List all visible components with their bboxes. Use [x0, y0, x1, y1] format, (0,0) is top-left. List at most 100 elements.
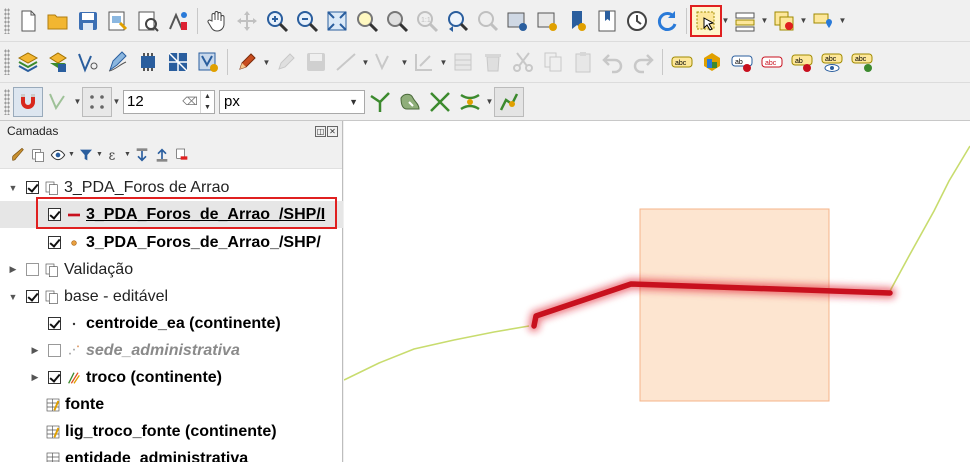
select-attribute-dropdown-caret[interactable]: ▼ — [760, 16, 769, 25]
zoom-native-button[interactable]: 1:1 — [412, 6, 442, 36]
select-features-button[interactable] — [690, 4, 722, 37]
label-visibility-button[interactable]: abc — [817, 47, 847, 77]
expand-arrow-icon[interactable]: ▶ — [28, 372, 42, 383]
paste-features-button[interactable] — [568, 47, 598, 77]
expand-all-button[interactable] — [132, 145, 152, 165]
zoom-to-selection-button[interactable] — [352, 6, 382, 36]
vertex-editor-dropdown-caret[interactable]: ▼ — [400, 58, 409, 67]
highlight-pinned-labels-button[interactable]: ab — [727, 47, 757, 77]
layer-row[interactable]: centroide_ea (continente) — [0, 310, 343, 337]
snapping-layers-dropdown-caret[interactable]: ▼ — [73, 97, 82, 106]
snapping-tolerance-input[interactable] — [124, 93, 180, 110]
layer-visibility-checkbox[interactable] — [26, 181, 39, 194]
select-dropdown-caret[interactable]: ▼ — [721, 16, 730, 25]
zoom-out-button[interactable] — [292, 6, 322, 36]
temporal-controller-button[interactable] — [622, 6, 652, 36]
manage-map-themes-button[interactable] — [48, 145, 68, 165]
expand-arrow-icon[interactable]: ▶ — [28, 345, 42, 356]
clear-icon[interactable]: ⌫ — [180, 95, 200, 108]
topological-editing-button[interactable] — [365, 87, 395, 117]
filter-legend-button[interactable] — [76, 145, 96, 165]
remove-layer-button[interactable] — [172, 145, 192, 165]
expand-arrow-icon[interactable]: ▼ — [6, 183, 20, 193]
save-edits-button[interactable] — [301, 47, 331, 77]
grid-tool-button[interactable] — [163, 47, 193, 77]
deselect-features-button[interactable] — [769, 6, 799, 36]
snapping-type-dropdown-caret[interactable]: ▼ — [112, 97, 121, 106]
toolbar-grip[interactable] — [4, 7, 10, 34]
layer-visibility-checkbox[interactable] — [48, 236, 61, 249]
collapse-all-button[interactable] — [152, 145, 172, 165]
expression-dropdown-caret[interactable]: ▼ — [124, 151, 132, 158]
select-by-location-button[interactable] — [808, 6, 838, 36]
current-edits-button[interactable] — [232, 47, 262, 77]
digitize-vertex-button[interactable] — [73, 47, 103, 77]
layer-row[interactable]: ▶ sede_administrativa — [0, 337, 343, 364]
modify-attributes-button[interactable] — [409, 47, 439, 77]
snapping-type-button[interactable] — [82, 86, 112, 117]
rotate-label-button[interactable]: abc — [847, 47, 877, 77]
pan-to-selection-button[interactable] — [232, 6, 262, 36]
layer-visibility-checkbox[interactable] — [48, 344, 61, 357]
save-project-button[interactable] — [73, 6, 103, 36]
avoid-overlap-button[interactable] — [395, 87, 425, 117]
close-icon[interactable]: ✕ — [327, 125, 338, 137]
zoom-last-button[interactable] — [442, 6, 472, 36]
spin-arrows[interactable]: ▲ ▼ — [200, 90, 214, 113]
layer-row[interactable]: entidade_administrativa — [0, 445, 343, 462]
delete-selected-button[interactable] — [478, 47, 508, 77]
expand-arrow-icon[interactable]: ▶ — [6, 264, 20, 275]
filter-expression-button[interactable]: ε — [104, 145, 124, 165]
new-3d-view-button[interactable] — [532, 6, 562, 36]
toolbar-grip[interactable] — [4, 49, 10, 75]
edit-table-button[interactable] — [448, 47, 478, 77]
current-edits-dropdown-caret[interactable]: ▼ — [262, 58, 271, 67]
layer-visibility-checkbox[interactable] — [48, 317, 61, 330]
new-project-button[interactable] — [13, 6, 43, 36]
zoom-next-button[interactable] — [472, 6, 502, 36]
open-layer-styling-button[interactable] — [8, 145, 28, 165]
layer-row[interactable]: 3_PDA_Foros_de_Arrao_/SHP/ — [0, 229, 343, 256]
diagram-options-button[interactable] — [697, 47, 727, 77]
snapping-tolerance-spinbox[interactable]: ⌫ ▲▼ — [123, 89, 215, 114]
layer-visibility-checkbox[interactable] — [26, 263, 39, 276]
self-snapping-button[interactable] — [455, 87, 485, 117]
open-project-button[interactable] — [43, 6, 73, 36]
vector-tool-button[interactable] — [193, 47, 223, 77]
processing-toolbox-button[interactable] — [133, 47, 163, 77]
toolbar-grip[interactable] — [4, 88, 10, 115]
undock-icon[interactable]: ◫ — [315, 125, 326, 137]
snapping-intersection-button[interactable] — [425, 87, 455, 117]
layer-visibility-checkbox[interactable] — [26, 290, 39, 303]
deselect-dropdown-caret[interactable]: ▼ — [799, 16, 808, 25]
zoom-in-button[interactable] — [262, 6, 292, 36]
layer-row[interactable]: ▶ troco (continente) — [0, 364, 343, 391]
copy-features-button[interactable] — [538, 47, 568, 77]
cut-features-button[interactable] — [508, 47, 538, 77]
data-source-manager-button[interactable] — [13, 47, 43, 77]
vertex-editor-button[interactable] — [370, 47, 400, 77]
show-hide-labels-button[interactable]: ab — [787, 47, 817, 77]
add-feature-dropdown-caret[interactable]: ▼ — [361, 58, 370, 67]
layer-row[interactable]: fonte — [0, 391, 343, 418]
new-map-view-button[interactable] — [502, 6, 532, 36]
new-bookmark-button[interactable] — [562, 6, 592, 36]
layer-visibility-checkbox[interactable] — [48, 371, 61, 384]
style-manager-button[interactable] — [163, 6, 193, 36]
undo-button[interactable] — [598, 47, 628, 77]
refresh-button[interactable] — [652, 6, 682, 36]
new-print-layout-button[interactable] — [103, 6, 133, 36]
spin-down-icon[interactable]: ▼ — [201, 102, 214, 113]
redo-button[interactable] — [628, 47, 658, 77]
show-bookmarks-button[interactable] — [592, 6, 622, 36]
layer-visibility-checkbox[interactable] — [48, 208, 61, 221]
trace-digitizing-button[interactable] — [494, 86, 524, 117]
new-layer-button[interactable] — [43, 47, 73, 77]
spin-up-icon[interactable]: ▲ — [201, 91, 214, 102]
themes-dropdown-caret[interactable]: ▼ — [68, 151, 76, 158]
pan-map-button[interactable] — [202, 6, 232, 36]
toggle-editing-button[interactable] — [271, 47, 301, 77]
location-dropdown-caret[interactable]: ▼ — [838, 16, 847, 25]
zoom-to-layer-button[interactable] — [382, 6, 412, 36]
add-line-feature-button[interactable] — [331, 47, 361, 77]
